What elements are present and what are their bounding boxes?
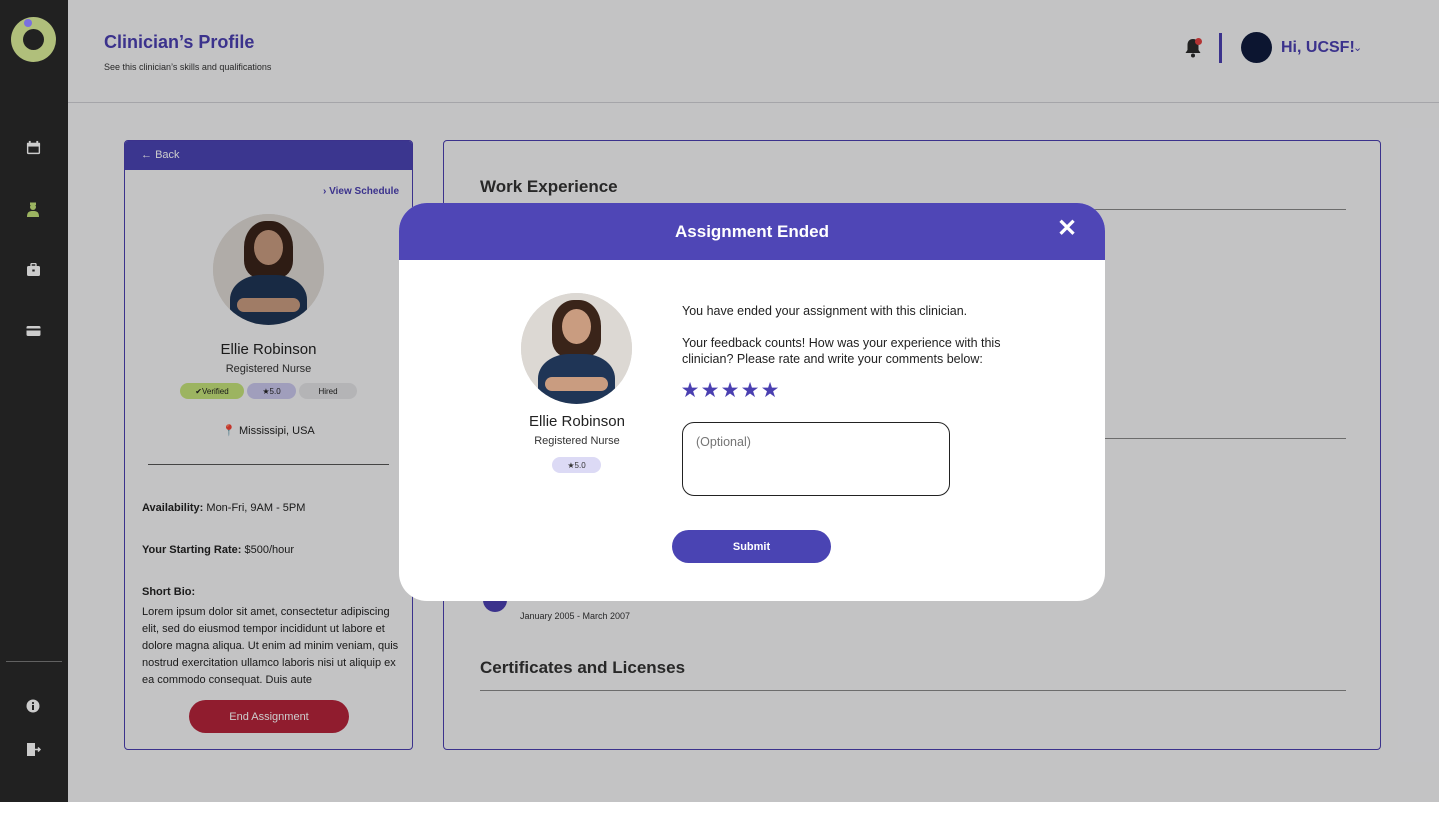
submit-button[interactable]: Submit: [672, 530, 831, 563]
comment-input[interactable]: [682, 422, 950, 496]
star-icon[interactable]: ★: [700, 380, 720, 402]
modal-photo-face: [562, 308, 591, 345]
modal-star-icon: ★: [567, 460, 575, 470]
modal-photo-arms: [545, 377, 608, 391]
star-rating[interactable]: ★ ★ ★ ★ ★: [680, 380, 780, 402]
star-icon[interactable]: ★: [680, 380, 700, 402]
star-icon[interactable]: ★: [760, 380, 780, 402]
star-icon[interactable]: ★: [740, 380, 760, 402]
logo-dot: [24, 19, 32, 27]
modal-title: Assignment Ended: [675, 222, 829, 241]
modal-header: Assignment Ended ✕: [399, 203, 1105, 260]
app: Clinician’s Profile See this clinician’s…: [0, 0, 1439, 802]
assignment-ended-modal: Assignment Ended ✕ Ellie Robinson Regist…: [399, 203, 1105, 601]
modal-clinician-name: Ellie Robinson: [529, 413, 625, 430]
modal-message: You have ended your assignment with this…: [682, 304, 968, 318]
modal-rating-badge: ★ 5.0: [552, 457, 601, 473]
modal-rating-value: 5.0: [574, 460, 586, 470]
modal-clinician-role: Registered Nurse: [534, 435, 620, 447]
star-icon[interactable]: ★: [720, 380, 740, 402]
modal-feedback-prompt: Your feedback counts! How was your exper…: [682, 336, 1001, 366]
close-icon[interactable]: ✕: [1055, 217, 1079, 241]
modal-clinician-photo: [521, 293, 632, 404]
